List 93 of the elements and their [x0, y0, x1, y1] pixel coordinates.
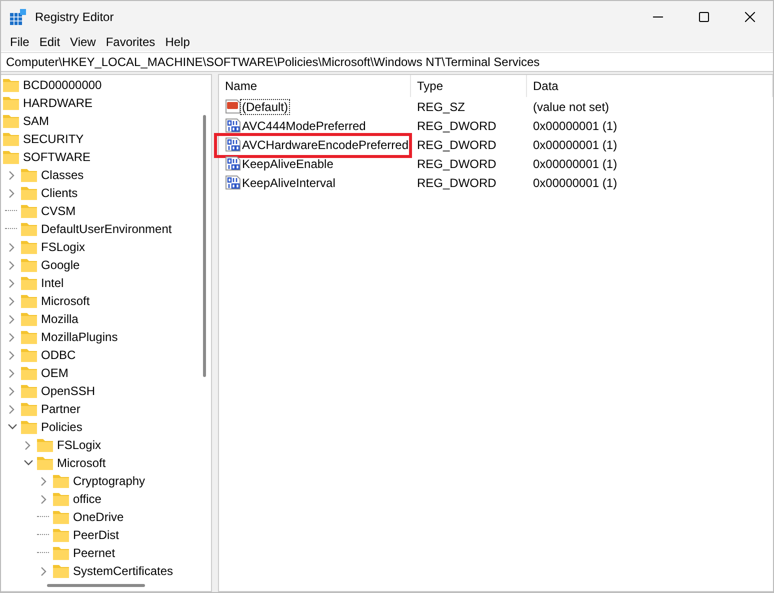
binary-value-icon	[225, 156, 241, 171]
app-icon	[10, 8, 26, 24]
tree-item[interactable]: MozillaPlugins	[41, 330, 118, 344]
table-cell: REG_DWORD	[417, 118, 496, 132]
tree-item[interactable]: Microsoft	[41, 294, 90, 308]
table-cell: REG_SZ	[417, 100, 466, 114]
tree-item[interactable]: Microsoft	[57, 456, 106, 470]
binary-value-icon	[225, 137, 241, 152]
tree-item[interactable]: Classes	[41, 168, 84, 182]
tree-item[interactable]: FSLogix	[57, 438, 102, 452]
folder-icon	[21, 222, 37, 236]
folder-icon	[53, 564, 69, 578]
folder-icon	[21, 294, 37, 308]
tree-item[interactable]: FSLogix	[41, 240, 86, 254]
string-value-icon	[225, 99, 241, 114]
folder-icon	[21, 384, 37, 398]
folder-icon	[3, 78, 19, 92]
tree-item[interactable]: office	[73, 492, 102, 506]
folder-icon	[21, 348, 37, 362]
chevron-right-icon[interactable]	[25, 440, 31, 450]
tree-item[interactable]: Mozilla	[41, 312, 78, 326]
folder-icon	[21, 204, 37, 218]
tree-item[interactable]: BCD00000000	[23, 78, 102, 92]
table-cell: REG_DWORD	[417, 138, 496, 152]
window-title: Registry Editor	[35, 10, 115, 24]
menu-item[interactable]: Edit	[34, 32, 66, 50]
tree-item[interactable]: SystemCertificates	[73, 564, 174, 578]
column-header[interactable]: Data	[527, 75, 773, 97]
binary-value-icon	[225, 118, 241, 133]
folder-icon	[21, 402, 37, 416]
chevron-down-icon[interactable]	[8, 424, 16, 430]
folder-icon	[3, 96, 19, 110]
folder-icon	[53, 474, 69, 488]
tree-item[interactable]: SAM	[23, 114, 50, 128]
tree-item[interactable]: Partner	[41, 402, 80, 416]
chevron-right-icon[interactable]	[41, 566, 47, 576]
tree-item[interactable]: Intel	[41, 276, 64, 290]
folder-icon	[21, 186, 37, 200]
folder-icon	[21, 330, 37, 344]
menu-item[interactable]: File	[5, 32, 34, 50]
folder-icon	[53, 492, 69, 506]
folder-icon	[53, 528, 69, 542]
table-cell[interactable]: KeepAliveInterval	[241, 176, 336, 190]
folder-icon	[21, 312, 37, 326]
menu-item[interactable]: Help	[160, 32, 195, 50]
folder-icon	[3, 132, 19, 146]
table-cell[interactable]: KeepAliveEnable	[241, 156, 334, 170]
maximize-icon	[699, 12, 709, 22]
folder-icon	[21, 366, 37, 380]
folder-icon	[3, 150, 19, 164]
folder-icon	[53, 510, 69, 524]
binary-value-icon	[225, 175, 241, 190]
menu-item[interactable]: View	[65, 32, 101, 50]
tree-item[interactable]: Peernet	[73, 546, 116, 560]
tree-item[interactable]: Cryptography	[73, 474, 146, 488]
tree-item[interactable]: HARDWARE	[23, 96, 93, 110]
tree-item[interactable]: Policies	[41, 420, 82, 434]
folder-icon	[53, 546, 69, 560]
folder-icon	[21, 168, 37, 182]
table-cell: REG_DWORD	[417, 156, 496, 170]
table-cell[interactable]: AVCHardwareEncodePreferred	[241, 138, 410, 152]
table-cell: 0x00000001 (1)	[533, 118, 618, 132]
tree-item[interactable]: Google	[41, 258, 80, 272]
tree-item[interactable]: OpenSSH	[41, 384, 96, 398]
folder-icon	[37, 438, 53, 452]
tree-item[interactable]: OEM	[41, 366, 68, 380]
tree-item[interactable]: ODBC	[41, 348, 76, 362]
tree-item[interactable]: DefaultUserEnvironment	[41, 222, 172, 236]
column-header[interactable]: Type	[411, 75, 527, 97]
table-cell[interactable]: AVC444ModePreferred	[241, 118, 367, 132]
table-cell: 0x00000001 (1)	[533, 138, 618, 152]
table-cell: (value not set)	[533, 100, 610, 114]
tree-item[interactable]: Clients	[41, 186, 78, 200]
folder-icon	[37, 456, 53, 470]
folder-icon	[3, 114, 19, 128]
menu-item[interactable]: Favorites	[100, 32, 160, 50]
table-cell: REG_DWORD	[417, 176, 496, 190]
folder-icon	[21, 276, 37, 290]
table-cell: 0x00000001 (1)	[533, 176, 618, 190]
address-bar[interactable]: Computer\HKEY_LOCAL_MACHINE\SOFTWARE\Policies\Microsoft\Windows NT\Terminal Services	[1, 52, 773, 72]
folder-icon	[21, 240, 37, 254]
tree-item[interactable]: OneDrive	[73, 510, 124, 524]
tree-item[interactable]: SOFTWARE	[23, 150, 91, 164]
tree-item[interactable]: CVSM	[41, 204, 76, 218]
chevron-down-icon[interactable]	[24, 460, 32, 466]
tree-item[interactable]: PeerDist	[73, 528, 120, 542]
folder-icon	[21, 258, 37, 272]
close-icon	[745, 12, 755, 22]
table-cell[interactable]: (Default)	[241, 100, 290, 114]
folder-icon	[21, 420, 37, 434]
table-cell: 0x00000001 (1)	[533, 156, 618, 170]
column-header[interactable]: Name	[219, 75, 411, 97]
tree-item[interactable]: SECURITY	[23, 132, 84, 146]
